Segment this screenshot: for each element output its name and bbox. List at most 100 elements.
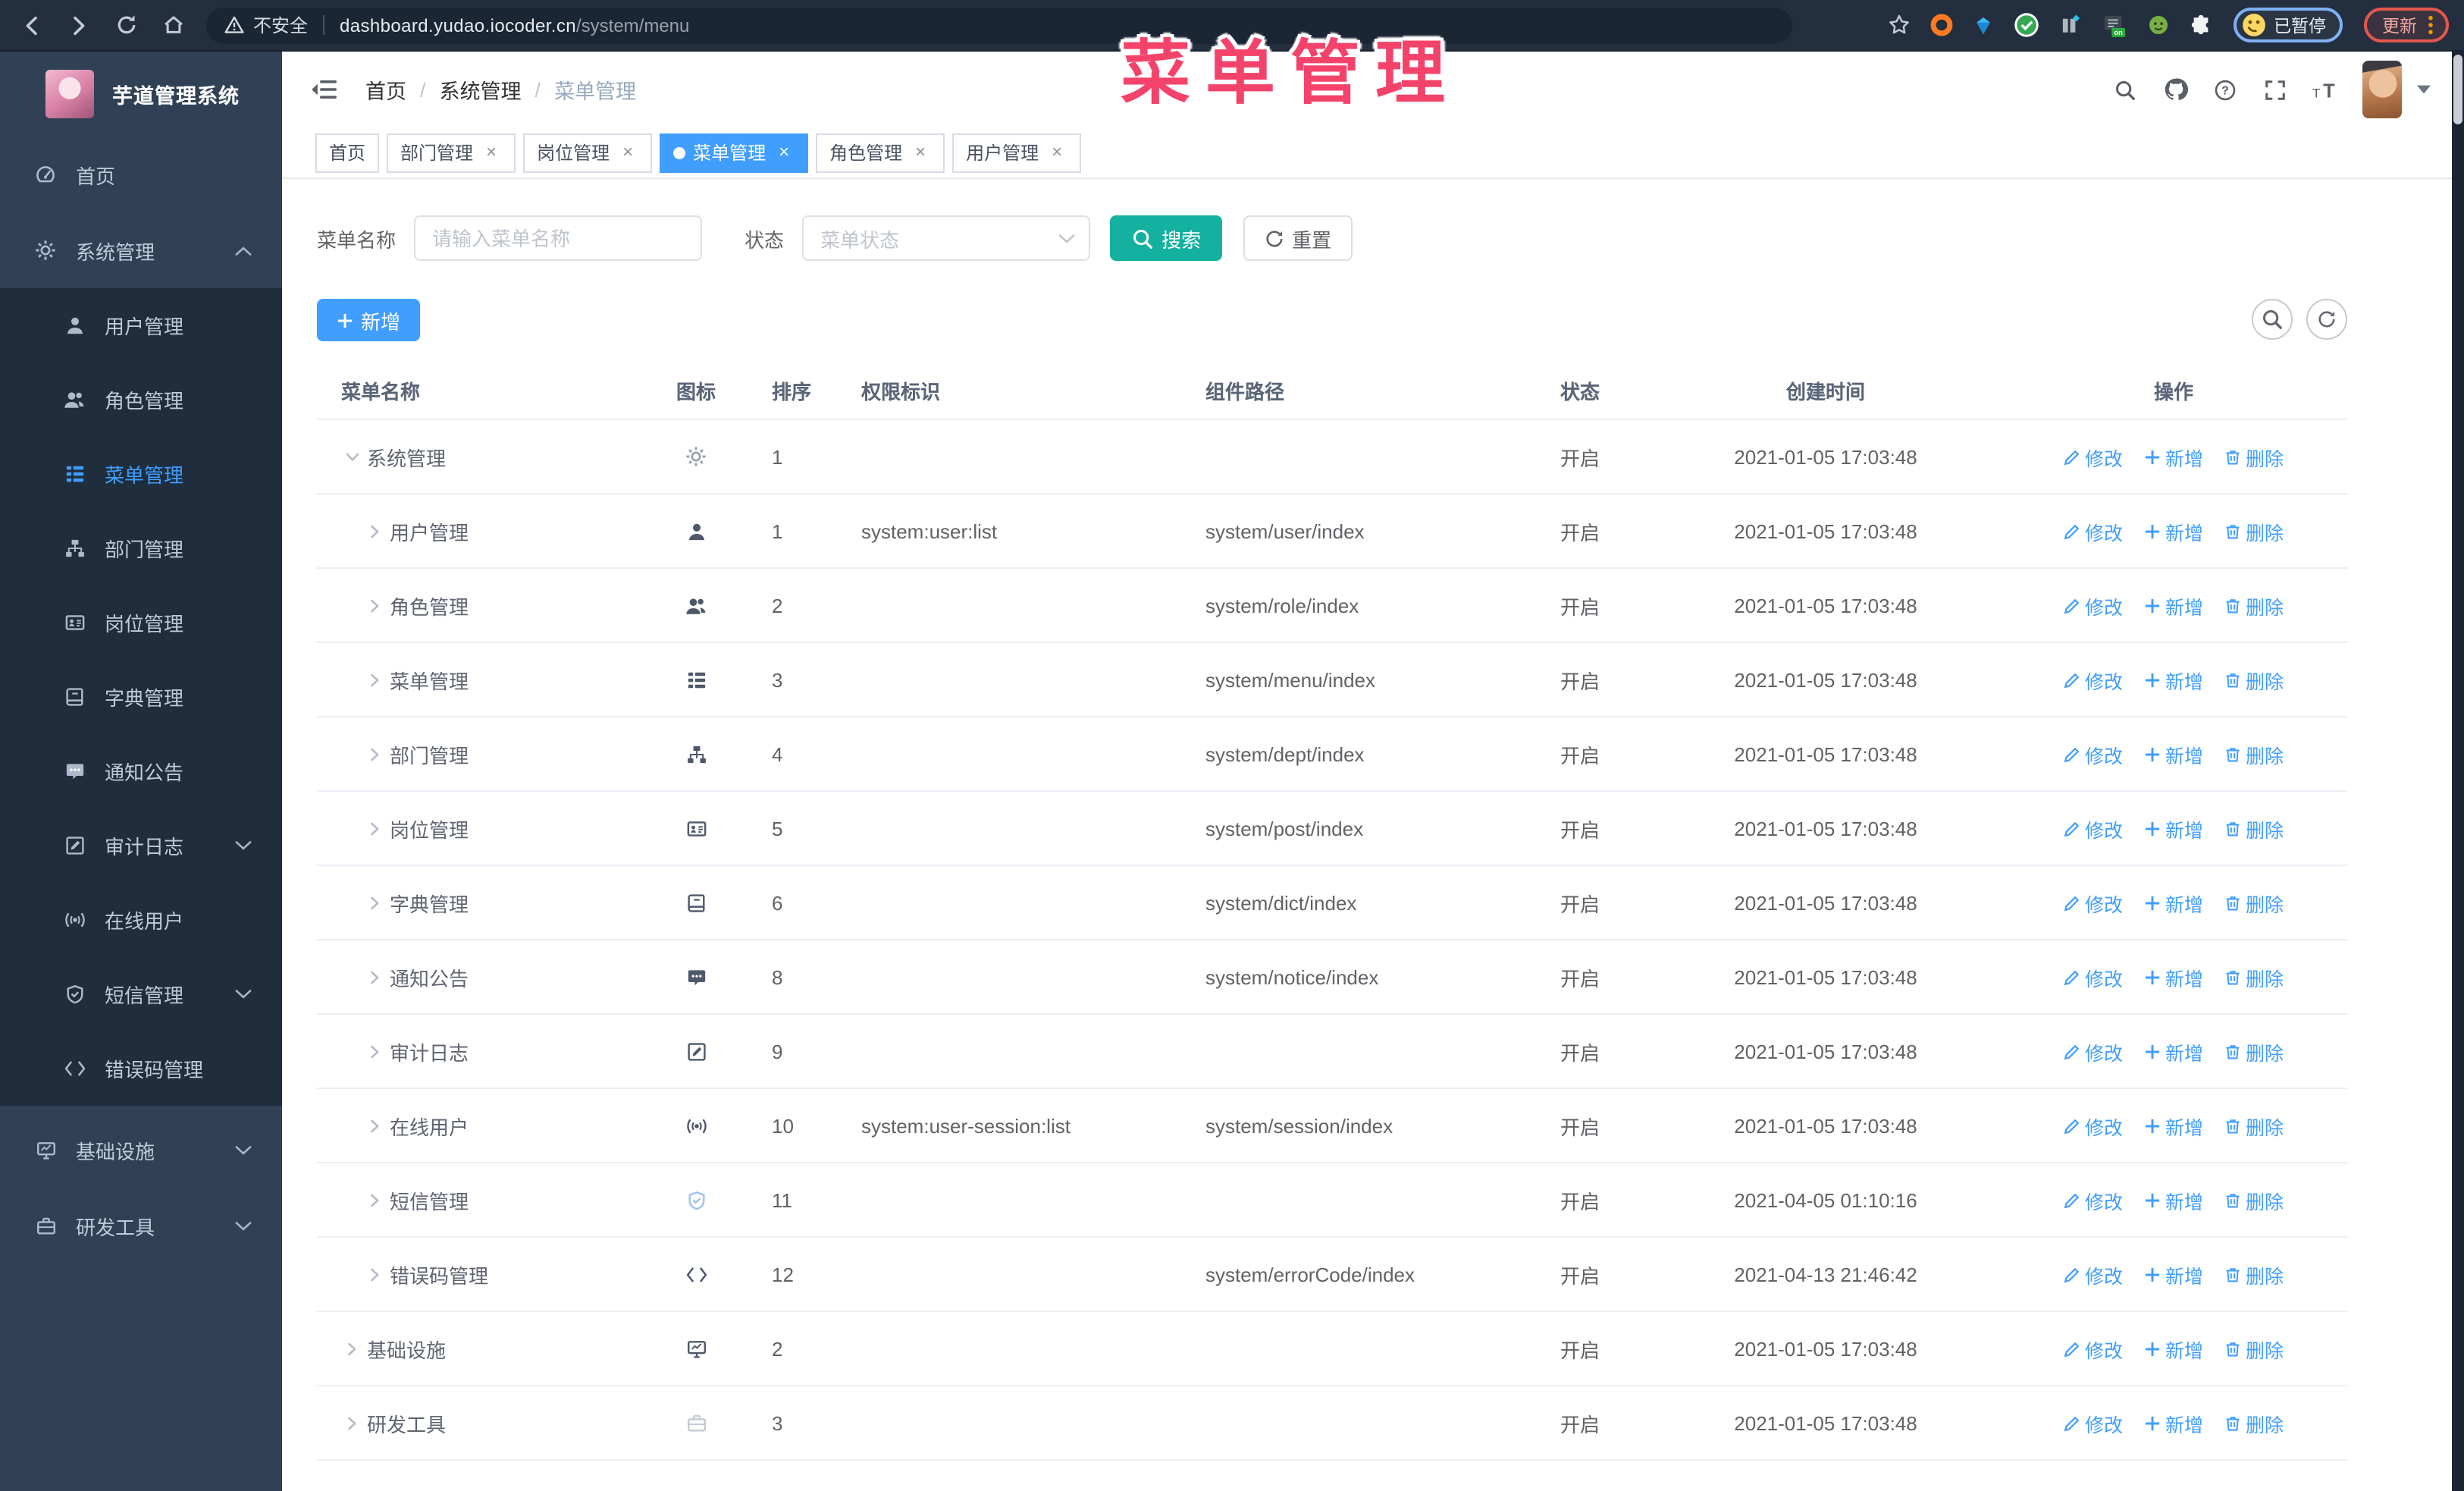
edit-button[interactable]: 修改: [2064, 516, 2123, 545]
row-expand-icon[interactable]: [364, 1044, 385, 1058]
add-button[interactable]: 新增: [317, 299, 421, 341]
app-logo[interactable]: 芋道管理系统: [0, 52, 282, 137]
delete-button[interactable]: 删除: [2224, 1408, 2284, 1437]
question-icon[interactable]: ?: [2200, 59, 2250, 120]
sidebar-item-errcode[interactable]: 错误码管理: [0, 1031, 282, 1106]
edit-button[interactable]: 修改: [2064, 962, 2123, 991]
tab-岗位管理[interactable]: 岗位管理 ×: [523, 133, 653, 172]
search-icon[interactable]: [2100, 59, 2150, 120]
ext-green-face-icon[interactable]: [2146, 14, 2169, 36]
tab-菜单管理[interactable]: 菜单管理 ×: [660, 133, 809, 172]
add-button[interactable]: 新增: [2144, 665, 2203, 694]
delete-button[interactable]: 删除: [2224, 442, 2284, 471]
sidebar-item-dict[interactable]: 字典管理: [0, 660, 282, 734]
row-expand-icon[interactable]: [364, 747, 385, 761]
edit-button[interactable]: 修改: [2064, 442, 2123, 471]
row-expand-icon[interactable]: [341, 1416, 362, 1430]
sidebar-item-infra[interactable]: 基础设施: [0, 1112, 282, 1188]
row-expand-icon[interactable]: [364, 598, 385, 612]
bookmark-star-icon[interactable]: [1887, 14, 1910, 36]
url-bar[interactable]: 不安全 dashboard.yudao.iocoder.cn/system/me…: [206, 7, 1792, 43]
row-expand-icon[interactable]: [364, 896, 385, 909]
edit-button[interactable]: 修改: [2064, 814, 2123, 843]
delete-button[interactable]: 删除: [2224, 739, 2284, 768]
add-button[interactable]: 新增: [2144, 1260, 2203, 1289]
sidebar-collapse-icon[interactable]: [305, 73, 343, 106]
edit-button[interactable]: 修改: [2064, 1334, 2123, 1363]
add-button[interactable]: 新增: [2144, 739, 2203, 768]
ext-green-check-icon[interactable]: [2013, 12, 2039, 38]
add-button[interactable]: 新增: [2144, 1037, 2203, 1066]
sidebar-item-user[interactable]: 用户管理: [0, 288, 282, 363]
kebab-menu-icon[interactable]: [2428, 15, 2434, 35]
row-collapse-icon[interactable]: [341, 451, 362, 462]
delete-button[interactable]: 删除: [2224, 1111, 2284, 1140]
close-tab-icon[interactable]: ×: [1046, 141, 1067, 163]
close-tab-icon[interactable]: ×: [481, 141, 502, 163]
ext-reader-on-icon[interactable]: on: [2101, 13, 2127, 37]
edit-button[interactable]: 修改: [2064, 591, 2123, 620]
add-button[interactable]: 新增: [2144, 516, 2203, 545]
delete-button[interactable]: 删除: [2224, 814, 2284, 843]
browser-reload-icon[interactable]: [106, 5, 146, 45]
edit-button[interactable]: 修改: [2064, 1037, 2123, 1066]
github-icon[interactable]: [2150, 59, 2200, 120]
ext-gray-bars-icon[interactable]: [2058, 14, 2081, 36]
add-button[interactable]: 新增: [2144, 1111, 2203, 1140]
delete-button[interactable]: 删除: [2224, 1037, 2284, 1066]
sidebar-item-system[interactable]: 系统管理: [0, 212, 282, 288]
add-button[interactable]: 新增: [2144, 1185, 2203, 1214]
sidebar-item-dept[interactable]: 部门管理: [0, 511, 282, 585]
add-button[interactable]: 新增: [2144, 962, 2203, 991]
sidebar-item-role[interactable]: 角色管理: [0, 363, 282, 437]
page-scrollbar[interactable]: [2452, 52, 2464, 1491]
row-expand-icon[interactable]: [364, 673, 385, 686]
edit-button[interactable]: 修改: [2064, 1260, 2123, 1289]
breadcrumb-item[interactable]: 系统管理: [440, 74, 522, 105]
row-expand-icon[interactable]: [341, 1342, 362, 1355]
row-expand-icon[interactable]: [364, 821, 385, 835]
avatar-caret-down-icon[interactable]: [2417, 85, 2431, 94]
fullscreen-icon[interactable]: [2250, 59, 2300, 120]
edit-button[interactable]: 修改: [2064, 888, 2123, 917]
row-expand-icon[interactable]: [364, 1119, 385, 1132]
sidebar-item-notice[interactable]: 通知公告: [0, 734, 282, 808]
reset-button[interactable]: 重置: [1243, 215, 1353, 261]
edit-button[interactable]: 修改: [2064, 1185, 2123, 1214]
browser-back-icon[interactable]: [12, 5, 52, 45]
sidebar-item-sms[interactable]: 短信管理: [0, 957, 282, 1031]
ext-orange-ring-icon[interactable]: [1930, 14, 1952, 36]
row-expand-icon[interactable]: [364, 1267, 385, 1281]
refresh-table-button[interactable]: [2306, 299, 2347, 340]
delete-button[interactable]: 删除: [2224, 1260, 2284, 1289]
add-button[interactable]: 新增: [2144, 888, 2203, 917]
extensions-puzzle-icon[interactable]: [2189, 14, 2212, 36]
breadcrumb-item[interactable]: 首页: [365, 74, 406, 105]
close-tab-icon[interactable]: ×: [773, 141, 795, 163]
font-size-icon[interactable]: TT: [2300, 59, 2350, 120]
tab-用户管理[interactable]: 用户管理 ×: [952, 133, 1082, 172]
edit-button[interactable]: 修改: [2064, 665, 2123, 694]
toggle-search-button[interactable]: [2252, 299, 2293, 340]
menu-name-input[interactable]: [414, 215, 703, 261]
tab-角色管理[interactable]: 角色管理 ×: [816, 133, 945, 172]
edit-button[interactable]: 修改: [2064, 739, 2123, 768]
sidebar-item-audit[interactable]: 审计日志: [0, 808, 282, 883]
delete-button[interactable]: 删除: [2224, 888, 2284, 917]
scrollbar-thumb[interactable]: [2453, 55, 2462, 124]
add-button[interactable]: 新增: [2144, 814, 2203, 843]
profile-paused-badge[interactable]: 已暂停: [2233, 8, 2343, 42]
delete-button[interactable]: 删除: [2224, 1334, 2284, 1363]
sidebar-item-session[interactable]: 在线用户: [0, 883, 282, 957]
menu-status-select[interactable]: 菜单状态: [802, 215, 1091, 261]
add-button[interactable]: 新增: [2144, 1408, 2203, 1437]
edit-button[interactable]: 修改: [2064, 1111, 2123, 1140]
close-tab-icon[interactable]: ×: [910, 141, 931, 163]
add-button[interactable]: 新增: [2144, 591, 2203, 620]
ext-blue-gem-icon[interactable]: [1972, 14, 1993, 36]
close-tab-icon[interactable]: ×: [617, 141, 638, 163]
sidebar-item-home[interactable]: 首页: [0, 137, 282, 212]
sidebar-item-tool[interactable]: 研发工具: [0, 1188, 282, 1263]
row-expand-icon[interactable]: [364, 1193, 385, 1207]
browser-update-button[interactable]: 更新: [2364, 8, 2449, 42]
